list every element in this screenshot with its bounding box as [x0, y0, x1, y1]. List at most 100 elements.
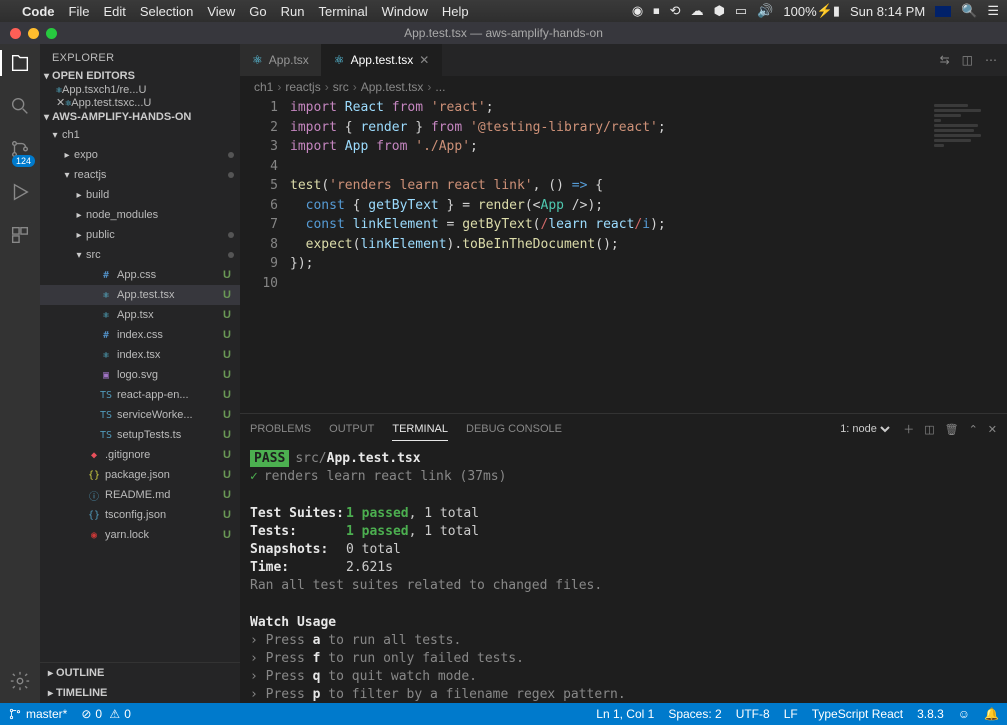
feedback-icon[interactable]: ☺ — [958, 707, 970, 721]
folder-row[interactable]: ▸build — [40, 185, 240, 205]
git-branch[interactable]: master* — [8, 707, 67, 721]
minimize-window-button[interactable] — [28, 28, 39, 39]
battery-status[interactable]: 100% ⚡▮ — [783, 3, 840, 19]
file-row[interactable]: ◉yarn.lockU — [40, 525, 240, 545]
workspace-section[interactable]: ▾AWS-AMPLIFY-HANDS-ON — [40, 109, 240, 125]
tab-terminal[interactable]: TERMINAL — [392, 418, 448, 441]
breadcrumb[interactable]: ch1›reactjs›src›App.test.tsx›... — [240, 76, 1007, 98]
open-editor-item[interactable]: ✕⚛App.test.tsxc...U — [40, 96, 240, 109]
editor-tab[interactable]: ⚛App.tsx — [240, 44, 322, 76]
tab-output[interactable]: OUTPUT — [329, 418, 374, 440]
file-row[interactable]: ⓘREADME.mdU — [40, 485, 240, 505]
compare-icon[interactable]: ⇆ — [940, 53, 950, 67]
file-row[interactable]: {}tsconfig.jsonU — [40, 505, 240, 525]
extensions-icon[interactable] — [9, 224, 31, 249]
stop-icon[interactable]: ⏹ — [653, 3, 660, 19]
flag-icon[interactable] — [935, 6, 951, 17]
line-gutter: 12345678910 — [240, 98, 290, 413]
code-editor[interactable]: import React from 'react';import { rende… — [290, 98, 927, 413]
maximize-panel-icon[interactable]: ⌃ — [969, 423, 978, 436]
folder-row[interactable]: ▾src — [40, 245, 240, 265]
editor-area: ⚛App.tsx⚛App.test.tsx✕ ⇆ ◫ ⋯ ch1›reactjs… — [240, 44, 1007, 703]
menu-help[interactable]: Help — [442, 4, 469, 19]
typescript-version[interactable]: 3.8.3 — [917, 707, 944, 721]
close-window-button[interactable] — [10, 28, 21, 39]
editor-tabs: ⚛App.tsx⚛App.test.tsx✕ ⇆ ◫ ⋯ — [240, 44, 1007, 76]
breadcrumb-item[interactable]: ... — [435, 80, 445, 94]
open-editors-section[interactable]: ▾OPEN EDITORS — [40, 68, 240, 84]
menu-go[interactable]: Go — [249, 4, 266, 19]
cursor-position[interactable]: Ln 1, Col 1 — [596, 707, 654, 721]
file-row[interactable]: TSserviceWorke...U — [40, 405, 240, 425]
split-editor-icon[interactable]: ◫ — [962, 53, 973, 67]
menu-edit[interactable]: Edit — [103, 4, 125, 19]
explorer-icon[interactable] — [9, 52, 31, 77]
menu-file[interactable]: File — [69, 4, 90, 19]
tab-problems[interactable]: PROBLEMS — [250, 418, 311, 440]
file-row[interactable]: TSsetupTests.tsU — [40, 425, 240, 445]
eol[interactable]: LF — [784, 707, 798, 721]
close-panel-icon[interactable]: ✕ — [988, 423, 997, 436]
app-name[interactable]: Code — [22, 4, 55, 19]
file-row[interactable]: #index.cssU — [40, 325, 240, 345]
sidebar: EXPLORER ▾OPEN EDITORS ⚛App.tsxch1/re...… — [40, 44, 240, 703]
open-editor-item[interactable]: ⚛App.tsxch1/re...U — [40, 84, 240, 96]
debug-icon[interactable] — [9, 181, 31, 206]
source-control-icon[interactable]: 124 — [9, 138, 31, 163]
record-icon[interactable]: ◉ — [632, 3, 643, 19]
zoom-window-button[interactable] — [46, 28, 57, 39]
more-icon[interactable]: ⋯ — [985, 53, 997, 67]
notifications-icon[interactable]: 🔔 — [984, 707, 999, 721]
file-row[interactable]: ⚛index.tsxU — [40, 345, 240, 365]
editor-tab[interactable]: ⚛App.test.tsx✕ — [322, 44, 443, 76]
indentation[interactable]: Spaces: 2 — [668, 707, 721, 721]
kill-terminal-icon[interactable]: 🗑 — [945, 423, 959, 436]
file-row[interactable]: #App.cssU — [40, 265, 240, 285]
terminal-select[interactable]: 1: node — [836, 422, 893, 436]
file-row[interactable]: TSreact-app-en...U — [40, 385, 240, 405]
breadcrumb-item[interactable]: ch1 — [254, 80, 273, 94]
file-row[interactable]: ▣logo.svgU — [40, 365, 240, 385]
menu-run[interactable]: Run — [281, 4, 305, 19]
errors-warnings[interactable]: ⊘ 0 ⚠ 0 — [81, 707, 131, 721]
folder-row[interactable]: ▸public — [40, 225, 240, 245]
spotlight-icon[interactable]: 🔍 — [961, 3, 977, 19]
breadcrumb-item[interactable]: App.test.tsx — [361, 80, 424, 94]
cloud-icon[interactable]: ☁ — [691, 3, 704, 19]
language-mode[interactable]: TypeScript React — [812, 707, 903, 721]
menu-terminal[interactable]: Terminal — [319, 4, 368, 19]
menu-selection[interactable]: Selection — [140, 4, 193, 19]
folder-row[interactable]: ▸node_modules — [40, 205, 240, 225]
encoding[interactable]: UTF-8 — [736, 707, 770, 721]
file-row[interactable]: ⚛App.tsxU — [40, 305, 240, 325]
folder-row[interactable]: ▸expo — [40, 145, 240, 165]
close-tab-icon[interactable]: ✕ — [419, 53, 429, 67]
new-terminal-icon[interactable]: ＋ — [903, 421, 914, 437]
file-row[interactable]: ⚛App.test.tsxU — [40, 285, 240, 305]
tab-debug-console[interactable]: DEBUG CONSOLE — [466, 418, 562, 440]
volume-icon[interactable]: 🔊 — [757, 3, 773, 19]
clock[interactable]: Sun 8:14 PM — [850, 4, 925, 19]
dropbox-icon[interactable]: ⬢ — [714, 3, 725, 19]
timeline-section[interactable]: ▸TIMELINE — [40, 683, 240, 703]
breadcrumb-item[interactable]: src — [333, 80, 349, 94]
settings-icon[interactable] — [9, 670, 31, 695]
panel: PROBLEMS OUTPUT TERMINAL DEBUG CONSOLE 1… — [240, 413, 1007, 703]
status-bar: master* ⊘ 0 ⚠ 0 Ln 1, Col 1 Spaces: 2 UT… — [0, 703, 1007, 725]
minimap[interactable] — [927, 98, 1007, 413]
folder-row[interactable]: ▾ch1 — [40, 125, 240, 145]
file-row[interactable]: {}package.jsonU — [40, 465, 240, 485]
folder-row[interactable]: ▾reactjs — [40, 165, 240, 185]
display-icon[interactable]: ▭ — [735, 3, 747, 19]
menu-view[interactable]: View — [207, 4, 235, 19]
menu-window[interactable]: Window — [382, 4, 428, 19]
breadcrumb-item[interactable]: reactjs — [285, 80, 320, 94]
file-row[interactable]: ◆.gitignoreU — [40, 445, 240, 465]
split-terminal-icon[interactable]: ◫ — [924, 423, 934, 436]
activity-bar: 124 — [0, 44, 40, 703]
control-center-icon[interactable]: ☰ — [987, 3, 999, 19]
terminal-output[interactable]: PASSsrc/App.test.tsx ✓renders learn reac… — [240, 444, 1007, 703]
sync-icon[interactable]: ⟲ — [670, 3, 681, 19]
search-icon[interactable] — [9, 95, 31, 120]
outline-section[interactable]: ▸OUTLINE — [40, 663, 240, 683]
